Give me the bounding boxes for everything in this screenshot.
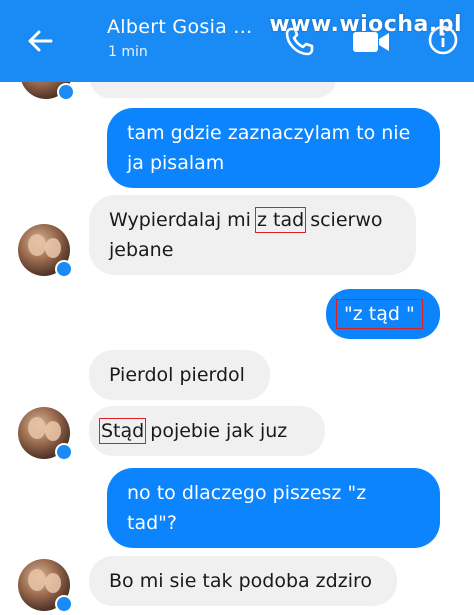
message-text: Bo mi sie tak podoba zdziro [109, 570, 372, 592]
incoming-message-bubble[interactable]: Wypierdalaj mi z tad scierwo jebane [89, 195, 416, 275]
messenger-badge-icon [55, 595, 73, 613]
message-text-line: tad"? [127, 512, 177, 534]
last-active-status: 1 min [108, 44, 148, 60]
messenger-badge-icon [55, 260, 73, 278]
outgoing-message-bubble[interactable]: tam gdzie zaznaczylam to nie ja pisalam [107, 108, 440, 188]
watermark-text: www.wiocha.pl [269, 12, 462, 37]
messenger-badge-icon [55, 443, 73, 461]
contact-avatar [18, 407, 73, 461]
highlighted-text: "z tąd " [336, 299, 423, 329]
message-text-line: tam gdzie zaznaczylam to nie [127, 122, 411, 144]
incoming-message-bubble[interactable]: Stąd pojebie jak juz [89, 406, 325, 456]
incoming-message-bubble[interactable]: Bo mi sie tak podoba zdziro [89, 556, 397, 606]
messenger-badge-icon [57, 83, 75, 101]
highlighted-text: Stąd [98, 418, 147, 444]
message-text-line: ja pisalam [127, 152, 225, 174]
message-text-line: Wypierdalaj mi z tad scierwo [109, 207, 383, 233]
highlighted-text: z tad [254, 207, 307, 233]
contact-name[interactable]: Albert Gosia ... [107, 16, 252, 38]
back-arrow-icon[interactable] [26, 27, 54, 55]
message-text-line: jebane [109, 239, 174, 261]
outgoing-message-bubble[interactable]: no to dlaczego piszesz "z tad"? [107, 468, 440, 548]
outgoing-message-bubble[interactable]: "z tąd " [326, 289, 440, 339]
message-text: Pierdol pierdol [109, 364, 245, 386]
contact-avatar [18, 559, 73, 613]
contact-avatar [18, 224, 73, 278]
incoming-message-bubble[interactable]: Pierdol pierdol [89, 350, 270, 400]
message-text-line: no to dlaczego piszesz "z [127, 482, 367, 504]
chat-header: Albert Gosia ... 1 min www.wiocha.pl [0, 0, 474, 82]
